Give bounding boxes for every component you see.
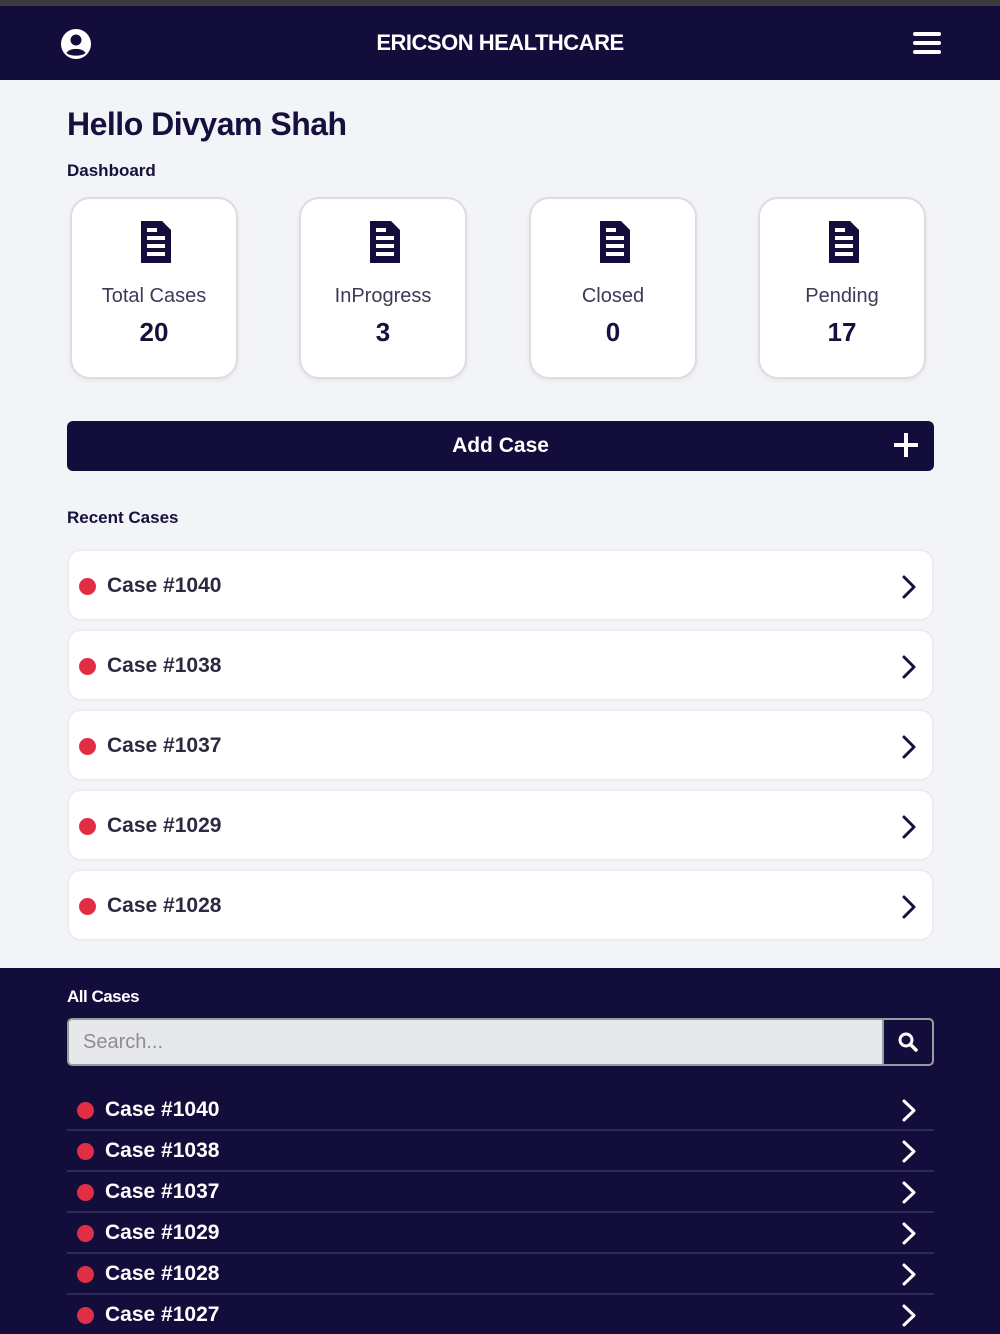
add-case-label: Add Case [452, 434, 549, 457]
card-value: 3 [375, 317, 391, 347]
card-value: 17 [827, 317, 857, 347]
card-label: Closed [581, 285, 645, 307]
card-pending[interactable]: Pending 17 [758, 197, 926, 379]
all-case-item[interactable]: Case #1028 [67, 1254, 934, 1295]
recent-case-item[interactable]: Case #1038 [67, 629, 934, 701]
all-cases-label: All Cases [67, 987, 140, 1006]
document-icon [829, 221, 859, 263]
all-case-item[interactable]: Case #1038 [67, 1131, 934, 1172]
app-title: ERICSON HEALTHCARE [376, 30, 624, 55]
card-closed[interactable]: Closed 0 [529, 197, 697, 379]
status-dot [79, 818, 96, 835]
card-inprogress[interactable]: InProgress 3 [299, 197, 467, 379]
card-total-cases[interactable]: Total Cases 20 [70, 197, 238, 379]
recent-case-item[interactable]: Case #1029 [67, 789, 934, 861]
search-bar [67, 1018, 934, 1066]
status-dot [79, 658, 96, 675]
card-label: Total Cases [101, 285, 207, 307]
document-icon [600, 221, 630, 263]
chevron-right-icon [902, 1140, 916, 1163]
chevron-right-icon [902, 1222, 916, 1245]
case-name: Case #1038 [107, 654, 222, 677]
status-dot [79, 578, 96, 595]
user-circle-icon[interactable] [60, 28, 92, 60]
status-dot [77, 1184, 94, 1201]
document-icon [370, 221, 400, 263]
chevron-right-icon [902, 895, 916, 919]
status-dot [77, 1143, 94, 1160]
plus-icon [894, 433, 918, 457]
case-name: Case #1040 [107, 574, 222, 597]
all-case-item[interactable]: Case #1037 [67, 1172, 934, 1213]
case-name: Case #1037 [105, 1180, 220, 1203]
chevron-right-icon [902, 735, 916, 759]
chevron-right-icon [902, 815, 916, 839]
hamburger-menu-icon[interactable] [913, 32, 943, 58]
search-icon [898, 1032, 918, 1052]
chevron-right-icon [902, 575, 916, 599]
document-icon [141, 221, 171, 263]
all-case-item[interactable]: Case #1029 [67, 1213, 934, 1254]
case-name: Case #1040 [105, 1098, 220, 1121]
app-header: ERICSON HEALTHCARE [0, 6, 1000, 80]
add-case-button[interactable]: Add Case [67, 421, 934, 471]
card-label: Pending [805, 285, 879, 307]
case-name: Case #1037 [107, 734, 222, 757]
status-dot [79, 738, 96, 755]
recent-cases-label: Recent Cases [67, 508, 179, 527]
search-button[interactable] [882, 1020, 932, 1064]
recent-case-item[interactable]: Case #1028 [67, 869, 934, 941]
dashboard-label: Dashboard [67, 161, 156, 180]
chevron-right-icon [902, 1181, 916, 1204]
status-dot [79, 898, 96, 915]
all-case-item[interactable]: Case #1027 [67, 1295, 934, 1334]
status-dot [77, 1102, 94, 1119]
case-name: Case #1029 [107, 814, 222, 837]
search-input[interactable] [69, 1020, 885, 1064]
chevron-right-icon [902, 1099, 916, 1122]
status-dot [77, 1307, 94, 1324]
status-dot [77, 1225, 94, 1242]
card-label: InProgress [334, 285, 432, 307]
case-name: Case #1029 [105, 1221, 220, 1244]
chevron-right-icon [902, 1263, 916, 1286]
all-cases-section: All Cases Case #1040 Case #1038 Case #10… [0, 968, 1000, 1334]
card-value: 0 [605, 317, 621, 347]
case-name: Case #1028 [105, 1262, 220, 1285]
chevron-right-icon [902, 655, 916, 679]
case-name: Case #1038 [105, 1139, 220, 1162]
all-case-item[interactable]: Case #1040 [67, 1090, 934, 1131]
card-value: 20 [139, 317, 169, 347]
case-name: Case #1027 [105, 1303, 220, 1326]
dashboard-cards: Total Cases 20 InProgress 3 Closed 0 Pen… [70, 197, 926, 379]
status-dot [77, 1266, 94, 1283]
recent-case-item[interactable]: Case #1040 [67, 549, 934, 621]
case-name: Case #1028 [107, 894, 222, 917]
recent-case-item[interactable]: Case #1037 [67, 709, 934, 781]
chevron-right-icon [902, 1304, 916, 1327]
greeting-heading: Hello Divyam Shah [67, 106, 347, 142]
